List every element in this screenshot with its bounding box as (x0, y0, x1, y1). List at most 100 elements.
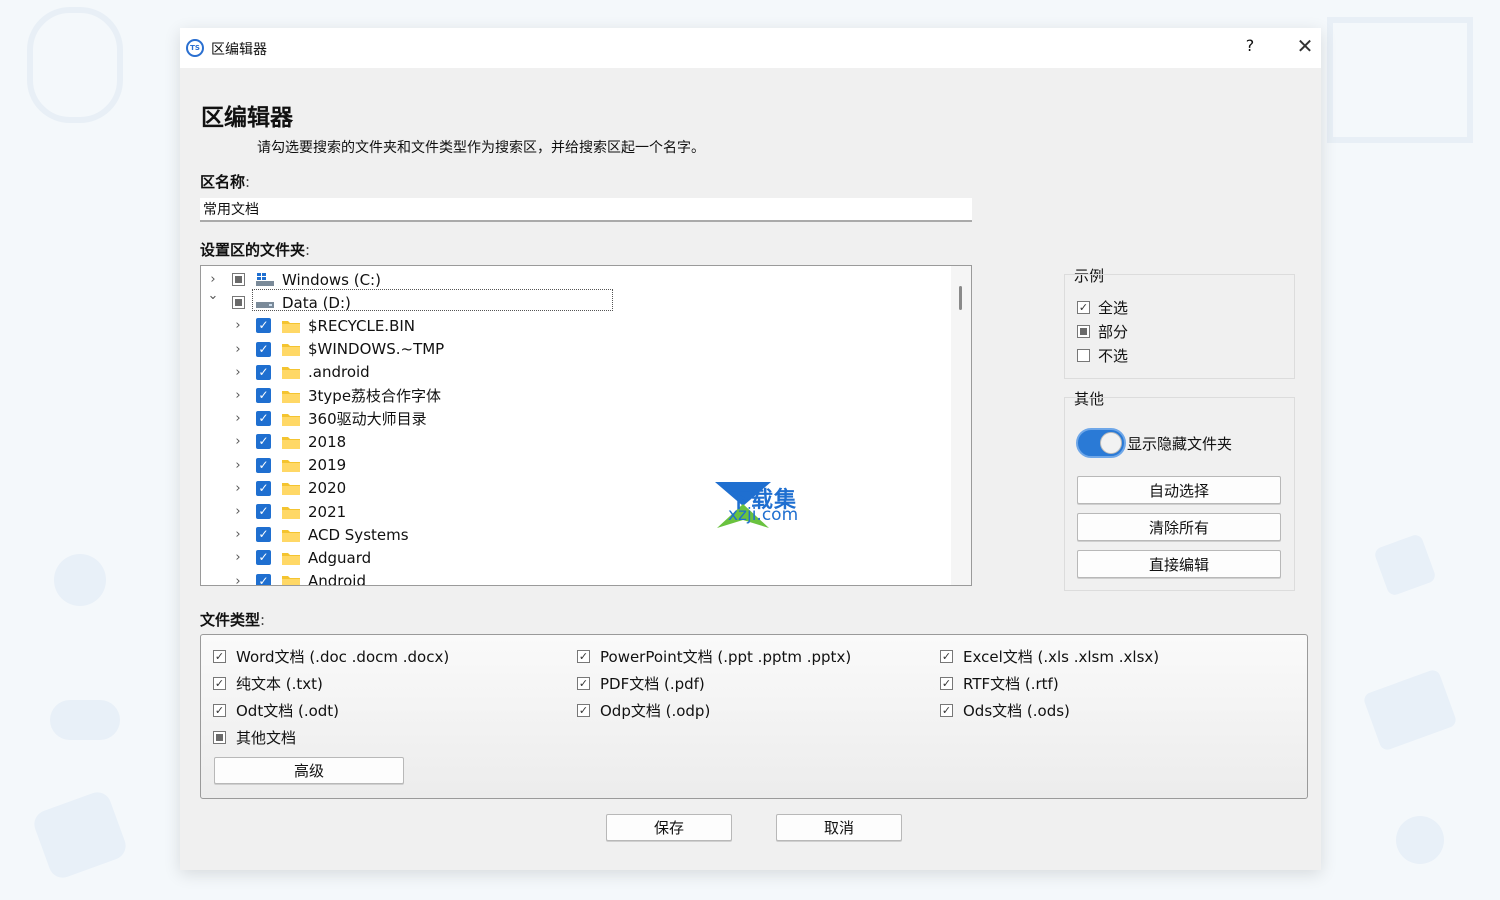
legend-label: 部分 (1098, 323, 1129, 341)
chevron-right-icon[interactable]: › (232, 574, 244, 585)
file-type-checkbox[interactable] (213, 731, 226, 744)
folder-checkbox[interactable] (232, 273, 245, 286)
file-type-checkbox[interactable]: ✓ (213, 650, 226, 663)
legend-checkbox-partial (1077, 325, 1090, 338)
auto-select-button[interactable]: 自动选择 (1077, 476, 1281, 504)
legend-label: 不选 (1098, 347, 1129, 365)
tree-focus-rect (252, 289, 613, 311)
folder-checkbox[interactable]: ✓ (256, 318, 271, 334)
tree-scrollbar-thumb[interactable] (959, 286, 962, 310)
folder-checkbox[interactable] (232, 296, 245, 310)
folders-label: 设置区的文件夹: (200, 241, 311, 259)
folder-icon (282, 436, 300, 449)
tree-scrollbar[interactable] (951, 266, 971, 585)
app-logo-icon: TS (186, 39, 204, 57)
folder-tree-row[interactable]: › ✓ $WINDOWS.~TMP (201, 338, 951, 361)
file-type-checkbox[interactable]: ✓ (940, 650, 953, 663)
clear-all-button[interactable]: 清除所有 (1077, 513, 1281, 541)
direct-edit-button[interactable]: 直接编辑 (1077, 550, 1281, 578)
folder-label: .android (308, 363, 370, 382)
file-types-label: 文件类型: (200, 611, 266, 629)
folder-checkbox[interactable]: ✓ (256, 504, 271, 519)
chevron-right-icon[interactable]: › (232, 550, 244, 565)
folder-label: ACD Systems (308, 525, 409, 544)
chevron-right-icon[interactable]: › (232, 481, 244, 496)
chevron-right-icon[interactable]: › (232, 365, 244, 380)
folder-tree-row[interactable]: › Windows (C:) (201, 268, 951, 291)
file-type-checkbox[interactable]: ✓ (213, 704, 226, 717)
file-type-label: Excel文档 (.xls .xlsm .xlsx) (963, 648, 1160, 666)
folder-tree-row[interactable]: › ✓ .android (201, 361, 951, 384)
advanced-button[interactable]: 高级 (214, 757, 404, 784)
chevron-down-icon[interactable]: ⌄ (207, 288, 219, 303)
folder-icon (282, 576, 300, 585)
file-type-checkbox[interactable]: ✓ (577, 677, 590, 690)
folder-label: Android (308, 572, 366, 586)
help-button[interactable]: ? (1240, 36, 1260, 55)
chevron-right-icon[interactable]: › (232, 527, 244, 542)
folder-tree-row[interactable]: › ✓ Adguard (201, 546, 951, 569)
file-type-label: Ods文档 (.ods) (963, 702, 1070, 720)
chevron-right-icon[interactable]: › (232, 342, 244, 357)
folder-checkbox[interactable]: ✓ (256, 434, 271, 450)
folder-checkbox[interactable]: ✓ (256, 341, 271, 357)
chevron-right-icon[interactable]: › (232, 318, 244, 333)
chevron-right-icon[interactable]: › (232, 388, 244, 403)
file-type-label: PDF文档 (.pdf) (600, 675, 705, 693)
folder-label: $WINDOWS.~TMP (308, 340, 445, 359)
folder-tree-row[interactable]: › ✓ 3type荔枝合作字体 (201, 384, 951, 407)
folder-checkbox[interactable]: ✓ (256, 573, 271, 585)
folder-tree-row[interactable]: › ✓ $RECYCLE.BIN (201, 314, 951, 337)
folder-checkbox[interactable]: ✓ (256, 411, 271, 427)
folder-tree-row[interactable]: › ✓ 2019 (201, 454, 951, 477)
chevron-right-icon[interactable]: › (232, 411, 244, 426)
folder-label: Windows (C:) (282, 270, 381, 289)
folder-tree-row[interactable]: › ✓ 2021 (201, 500, 951, 523)
chevron-right-icon[interactable]: › (232, 458, 244, 473)
folder-tree-row[interactable]: › ✓ ACD Systems (201, 523, 951, 546)
zone-name-input[interactable] (200, 198, 972, 222)
close-button[interactable]: ✕ (1294, 34, 1316, 58)
file-type-checkbox[interactable]: ✓ (213, 677, 226, 690)
folder-label: 2021 (308, 502, 347, 521)
folder-checkbox[interactable]: ✓ (256, 550, 271, 566)
folder-checkbox[interactable]: ✓ (256, 457, 271, 473)
folder-tree-row[interactable]: › ✓ Android (201, 570, 951, 586)
folder-label: 2018 (308, 432, 347, 451)
folder-tree-row[interactable]: › ✓ 2020 (201, 477, 951, 500)
zone-name-label: 区名称: (200, 173, 251, 191)
file-type-checkbox[interactable]: ✓ (940, 704, 953, 717)
file-type-label: PowerPoint文档 (.ppt .pptm .pptx) (600, 648, 852, 666)
file-type-label: RTF文档 (.rtf) (963, 675, 1059, 693)
folder-tree-row[interactable]: › ✓ 360驱动大师目录 (201, 407, 951, 430)
file-type-checkbox[interactable]: ✓ (577, 650, 590, 663)
folder-icon (282, 413, 300, 426)
chevron-right-icon[interactable]: › (207, 272, 219, 287)
file-type-label: 其他文档 (236, 729, 297, 747)
chevron-right-icon[interactable]: › (232, 504, 244, 519)
folder-checkbox[interactable]: ✓ (256, 527, 271, 543)
file-type-label: Odt文档 (.odt) (236, 702, 340, 720)
show-hidden-folders-toggle[interactable] (1076, 428, 1126, 458)
folder-checkbox[interactable]: ✓ (256, 364, 271, 380)
file-type-checkbox[interactable]: ✓ (940, 677, 953, 690)
folder-icon (282, 552, 300, 565)
cancel-button[interactable]: 取消 (776, 814, 902, 841)
folder-checkbox[interactable]: ✓ (256, 388, 271, 403)
folder-tree-row[interactable]: › ✓ 2018 (201, 430, 951, 453)
folder-checkbox[interactable]: ✓ (256, 480, 271, 496)
folder-icon (282, 506, 300, 519)
folder-label: 2020 (308, 479, 347, 498)
chevron-right-icon[interactable]: › (232, 434, 244, 449)
file-type-checkbox[interactable]: ✓ (577, 704, 590, 717)
legend-label: 全选 (1098, 299, 1129, 317)
folder-label: 2019 (308, 456, 347, 475)
folder-label: $RECYCLE.BIN (308, 316, 416, 335)
folder-icon (282, 320, 300, 333)
drive-windows-icon (256, 272, 274, 286)
folder-icon (282, 367, 300, 380)
folder-icon (282, 460, 300, 473)
folder-tree[interactable]: › Windows (C:) ⌄ Data (D:) › ✓ $RECYCLE.BIN › ✓ $… (200, 265, 972, 586)
save-button[interactable]: 保存 (606, 814, 732, 841)
legend-checkbox-unchecked (1077, 349, 1090, 362)
